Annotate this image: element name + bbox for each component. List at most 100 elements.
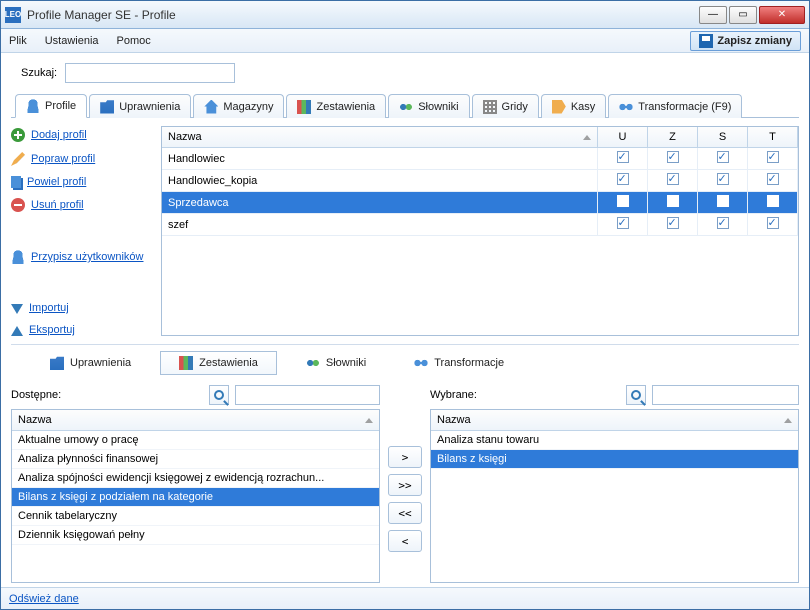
header-name[interactable]: Nazwa [162,127,598,147]
tab-transforms[interactable]: Transformacje (F9) [608,94,742,118]
cell-u[interactable] [598,214,648,235]
table-row[interactable]: szef [162,214,798,236]
list-item[interactable]: Aktualne umowy o pracę [12,431,379,450]
dup-profile-label: Powiel profil [27,176,86,188]
cell-t[interactable] [748,170,798,191]
cell-t[interactable] [748,214,798,235]
checkbox[interactable] [617,151,629,163]
selected-panel: Wybrane: Nazwa Analiza stanu towaruBilan… [430,385,799,583]
checkbox[interactable] [717,151,729,163]
subtab-reports[interactable]: Zestawienia [160,351,277,375]
checkbox[interactable] [667,173,679,185]
list-item[interactable]: Analiza spójności ewidencji księgowej z … [12,469,379,488]
available-search-button[interactable] [209,385,229,405]
cell-z[interactable] [648,170,698,191]
subtab-dicts[interactable]: Słowniki [287,351,385,375]
cell-s[interactable] [698,170,748,191]
subtab-permissions[interactable]: Uprawnienia [31,351,150,375]
tab-warehouses[interactable]: Magazyny [193,94,284,118]
list-item[interactable]: Cennik tabelaryczny [12,507,379,526]
header-z[interactable]: Z [648,127,698,147]
checkbox[interactable] [717,195,729,207]
checkbox[interactable] [617,217,629,229]
user-icon [11,250,25,264]
maximize-button[interactable]: ▭ [729,6,757,24]
cell-t[interactable] [748,192,798,213]
checkbox[interactable] [617,173,629,185]
tab-permissions[interactable]: Uprawnienia [89,94,191,118]
add-profile-link[interactable]: Dodaj profil [11,128,151,142]
header-s[interactable]: S [698,127,748,147]
assign-users-link[interactable]: Przypisz użytkowników [11,250,151,264]
header-t[interactable]: T [748,127,798,147]
table-row[interactable]: Sprzedawca [162,192,798,214]
export-link[interactable]: Eksportuj [11,324,151,336]
cell-s[interactable] [698,192,748,213]
checkbox[interactable] [767,217,779,229]
dup-profile-link[interactable]: Powiel profil [11,176,151,188]
selected-list-body: Analiza stanu towaruBilans z księgi [431,431,798,582]
checkbox[interactable] [667,195,679,207]
cell-z[interactable] [648,192,698,213]
tab-profile[interactable]: Profile [15,94,87,118]
move-all-right-button[interactable]: >> [388,474,422,496]
profiles-table: Nazwa U Z S T HandlowiecHandlowiec_kopia… [161,126,799,336]
tab-reports[interactable]: Zestawienia [286,94,386,118]
menu-file[interactable]: Plik [9,35,27,47]
available-list-header[interactable]: Nazwa [12,410,379,431]
checkbox[interactable] [717,217,729,229]
move-all-left-button[interactable]: << [388,502,422,524]
move-left-button[interactable]: < [388,530,422,552]
tab-grids[interactable]: Gridy [472,94,539,118]
dual-list: Dostępne: Nazwa Aktualne umowy o pracęAn… [11,385,799,583]
list-item[interactable]: Analiza płynności finansowej [12,450,379,469]
checkbox[interactable] [717,173,729,185]
list-item[interactable]: Bilans z księgi z podziałem na kategorie [12,488,379,507]
menu-help[interactable]: Pomoc [117,35,151,47]
checkbox[interactable] [667,217,679,229]
cell-s[interactable] [698,148,748,169]
save-button[interactable]: Zapisz zmiany [690,31,801,51]
del-profile-link[interactable]: Usuń profil [11,198,151,212]
refresh-link[interactable]: Odśwież dane [9,593,79,605]
save-button-label: Zapisz zmiany [717,35,792,47]
selected-list-header[interactable]: Nazwa [431,410,798,431]
menubar: Plik Ustawienia Pomoc Zapisz zmiany [1,29,809,53]
header-u[interactable]: U [598,127,648,147]
checkbox[interactable] [617,195,629,207]
cell-u[interactable] [598,192,648,213]
cell-z[interactable] [648,214,698,235]
sort-asc-icon [583,135,591,140]
menu-settings[interactable]: Ustawienia [45,35,99,47]
search-input[interactable] [65,63,235,83]
tab-dicts[interactable]: Słowniki [388,94,469,118]
close-button[interactable]: ✕ [759,6,805,24]
import-link[interactable]: Importuj [11,302,151,314]
edit-profile-link[interactable]: Popraw profil [11,152,151,166]
checkbox[interactable] [767,195,779,207]
selected-filter-input[interactable] [652,385,799,405]
list-item[interactable]: Bilans z księgi [431,450,798,469]
cell-t[interactable] [748,148,798,169]
list-item[interactable]: Dziennik księgowań pełny [12,526,379,545]
list-item[interactable]: Analiza stanu towaru [431,431,798,450]
table-row[interactable]: Handlowiec_kopia [162,170,798,192]
checkbox[interactable] [767,151,779,163]
search-icon [631,390,641,400]
tab-dicts-label: Słowniki [418,101,458,113]
tab-profile-label: Profile [45,100,76,112]
selected-search-button[interactable] [626,385,646,405]
cell-u[interactable] [598,148,648,169]
minimize-button[interactable]: — [699,6,727,24]
checkbox[interactable] [667,151,679,163]
move-right-button[interactable]: > [388,446,422,468]
available-filter-input[interactable] [235,385,380,405]
table-row[interactable]: Handlowiec [162,148,798,170]
window-title: Profile Manager SE - Profile [27,8,699,22]
checkbox[interactable] [767,173,779,185]
tab-cash[interactable]: Kasy [541,94,606,118]
subtab-transforms[interactable]: Transformacje [395,351,523,375]
cell-u[interactable] [598,170,648,191]
cell-z[interactable] [648,148,698,169]
cell-s[interactable] [698,214,748,235]
